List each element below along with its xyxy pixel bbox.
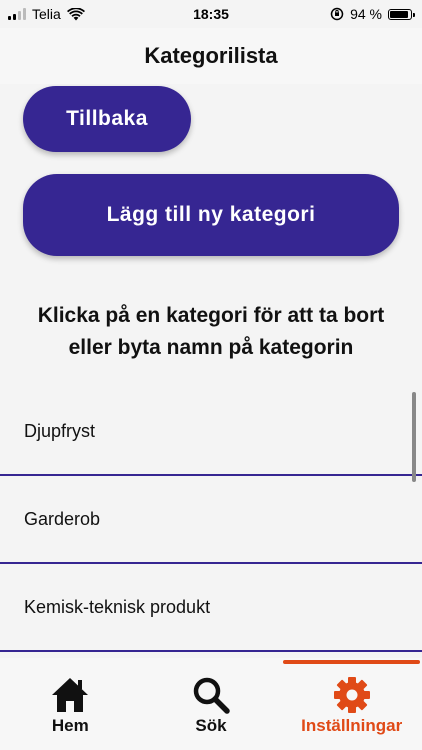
gear-icon (333, 677, 370, 713)
tab-settings-label: Inställningar (301, 716, 403, 735)
home-icon (52, 678, 89, 712)
carrier-label: Telia (32, 6, 61, 22)
signal-icon (8, 8, 26, 20)
page-title: Kategorilista (144, 43, 278, 68)
tab-search-label: Sök (195, 716, 227, 735)
tab-home-label: Hem (51, 716, 89, 735)
back-button[interactable]: Tillbaka (23, 86, 191, 152)
tab-home[interactable]: Hem (0, 658, 141, 750)
status-right: 94 % (330, 6, 422, 22)
status-left: Telia (0, 6, 85, 22)
active-tab-indicator (283, 660, 421, 664)
wifi-icon (66, 7, 85, 20)
tab-search[interactable]: Sök (141, 658, 282, 750)
status-bar: Telia 18:35 94 % (0, 0, 422, 28)
tab-bar: Hem Sök Inställningar (0, 658, 422, 750)
scrollbar[interactable] (412, 392, 416, 482)
instruction-text: Klicka på en kategori för att ta bort el… (37, 304, 385, 359)
battery-icon (388, 8, 415, 20)
orientation-lock-icon (330, 7, 344, 21)
category-list: Djupfryst Garderob Kemisk-teknisk produk… (0, 388, 422, 652)
main-content[interactable]: Tillbaka Lägg till ny kategori Klicka på… (0, 84, 422, 658)
battery-percent: 94 % (350, 6, 382, 22)
list-item[interactable]: Djupfryst (0, 388, 422, 476)
list-item[interactable]: Garderob (0, 476, 422, 564)
add-category-button[interactable]: Lägg till ny kategori (23, 174, 399, 256)
list-item[interactable]: Kemisk-teknisk produkt (0, 564, 422, 652)
battery-fill (390, 10, 408, 18)
header: Kategorilista (0, 28, 422, 84)
search-icon (193, 677, 230, 714)
tab-settings[interactable]: Inställningar (281, 658, 422, 750)
